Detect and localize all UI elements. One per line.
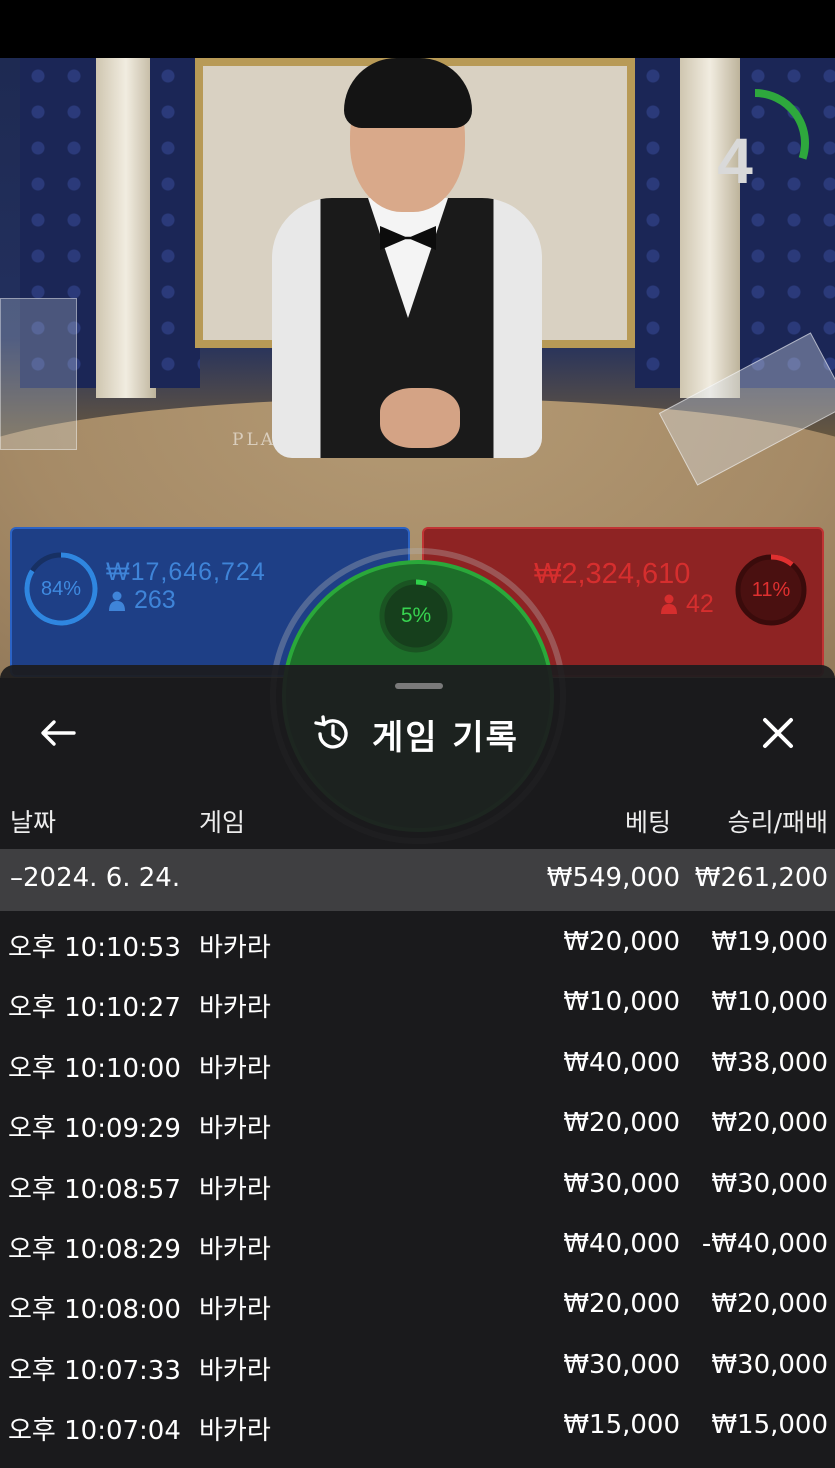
row-game: 바카라 xyxy=(199,993,271,1024)
row-time: 오후 10:08:57 xyxy=(8,1174,181,1205)
row-time: 오후 10:07:04 xyxy=(8,1416,181,1447)
row-result: ₩38,000 xyxy=(711,1047,828,1078)
day-total-bet: ₩549,000 xyxy=(546,863,680,893)
row-game: 바카라 xyxy=(199,1114,271,1145)
user-icon xyxy=(109,591,125,611)
wall-pillar xyxy=(96,58,156,398)
player-total-bet: ₩17,646,724 xyxy=(106,558,266,586)
row-result: ₩20,000 xyxy=(711,1108,828,1139)
table-row[interactable]: 오후 10:10:00 바카라 ₩40,000 ₩38,000 xyxy=(0,1036,835,1096)
row-result: ₩30,000 xyxy=(711,1168,828,1199)
row-time: 오후 10:09:29 xyxy=(8,1114,181,1145)
row-result: -₩40,000 xyxy=(701,1228,828,1259)
column-game: 게임 xyxy=(199,808,246,837)
banker-total-bet: ₩2,324,610 xyxy=(534,558,691,590)
back-button[interactable] xyxy=(36,711,80,755)
table-row[interactable]: 오후 10:08:29 바카라 ₩40,000 -₩40,000 xyxy=(0,1217,835,1277)
timer-value: 4 xyxy=(717,125,753,197)
player-percent: 84% xyxy=(40,577,82,600)
row-bet: ₩20,000 xyxy=(563,927,680,957)
tie-percent: 5% xyxy=(400,604,432,627)
day-summary-row[interactable]: –2024. 6. 24. ₩549,000 ₩261,200 xyxy=(0,849,835,911)
column-date: 날짜 xyxy=(10,808,57,837)
row-bet: ₩20,000 xyxy=(563,1289,680,1320)
player-bettor-count: 263 xyxy=(134,586,176,614)
row-bet: ₩20,000 xyxy=(563,1108,680,1139)
row-time: 오후 10:07:33 xyxy=(8,1355,181,1386)
countdown-timer: 4 xyxy=(700,88,810,198)
arrow-left-icon xyxy=(41,720,76,746)
day-total-result: ₩261,200 xyxy=(694,863,828,893)
row-result: ₩19,000 xyxy=(711,927,828,957)
tie-percent-ring: 5% xyxy=(378,578,454,654)
sheet-header: 게임 기록 xyxy=(312,709,519,759)
day-date: –2024. 6. 24. xyxy=(10,863,181,893)
drag-handle[interactable] xyxy=(395,683,443,689)
table-row[interactable]: 오후 10:07:04 바카라 ₩15,000 ₩15,000 xyxy=(0,1398,835,1458)
table-row[interactable]: 오후 10:08:00 바카라 ₩20,000 ₩20,000 xyxy=(0,1277,835,1337)
row-bet: ₩30,000 xyxy=(563,1168,680,1199)
status-bar xyxy=(0,0,835,58)
game-history-sheet: 게임 기록 날짜 게임 베팅 승리/패배 –2024. 6. 24. ₩549,… xyxy=(0,665,835,1468)
row-time: 오후 10:08:00 xyxy=(8,1295,181,1326)
row-result: ₩10,000 xyxy=(711,987,828,1018)
row-game: 바카라 xyxy=(199,1234,271,1265)
row-game: 바카라 xyxy=(199,1416,271,1447)
table-row[interactable]: 오후 10:08:57 바카라 ₩30,000 ₩30,000 xyxy=(0,1157,835,1217)
row-time: 오후 10:10:53 xyxy=(8,933,181,963)
row-result: ₩20,000 xyxy=(711,1289,828,1320)
close-icon xyxy=(763,718,793,748)
banker-percent: 11% xyxy=(751,578,791,601)
table-row[interactable]: 오후 10:10:53 바카라 ₩20,000 ₩19,000 xyxy=(0,915,835,975)
user-icon xyxy=(661,594,677,614)
row-game: 바카라 xyxy=(199,933,271,963)
row-game: 바카라 xyxy=(199,1174,271,1205)
dealer-hands xyxy=(380,388,460,448)
row-game: 바카라 xyxy=(199,1295,271,1326)
table-row[interactable]: 오후 10:10:27 바카라 ₩10,000 ₩10,000 xyxy=(0,975,835,1035)
banker-percent-ring: 11% xyxy=(733,552,809,628)
column-bet: 베팅 xyxy=(624,808,671,837)
row-time: 오후 10:10:00 xyxy=(8,1053,181,1084)
close-button[interactable] xyxy=(754,711,802,755)
row-bet: ₩10,000 xyxy=(563,987,680,1018)
row-result: ₩15,000 xyxy=(711,1410,828,1441)
history-icon xyxy=(314,715,348,749)
card-shoe-left xyxy=(0,298,77,450)
sheet-title: 게임 기록 xyxy=(372,717,519,758)
row-bet: ₩15,000 xyxy=(563,1410,680,1441)
row-game: 바카라 xyxy=(199,1355,271,1386)
table-row[interactable]: 오후 10:09:29 바카라 ₩20,000 ₩20,000 xyxy=(0,1096,835,1156)
row-time: 오후 10:08:29 xyxy=(8,1234,181,1265)
row-game: 바카라 xyxy=(199,1053,271,1084)
table-row[interactable]: 오후 10:07:33 바카라 ₩30,000 ₩30,000 xyxy=(0,1338,835,1398)
history-list: 오후 10:10:53 바카라 ₩20,000 ₩19,000 오후 10:10:27… xyxy=(0,915,835,1459)
row-time: 오후 10:10:27 xyxy=(8,993,181,1024)
table-header: 날짜 게임 베팅 승리/패배 xyxy=(0,799,835,843)
wall-panel xyxy=(150,58,200,388)
row-bet: ₩40,000 xyxy=(563,1047,680,1078)
banker-bettor-count: 42 xyxy=(686,590,714,618)
row-result: ₩30,000 xyxy=(711,1349,828,1380)
row-bet: ₩40,000 xyxy=(563,1228,680,1259)
column-result: 승리/패배 xyxy=(727,808,828,837)
player-percent-ring: 84% xyxy=(22,550,100,628)
row-bet: ₩30,000 xyxy=(563,1349,680,1380)
wall-panel xyxy=(635,58,685,388)
